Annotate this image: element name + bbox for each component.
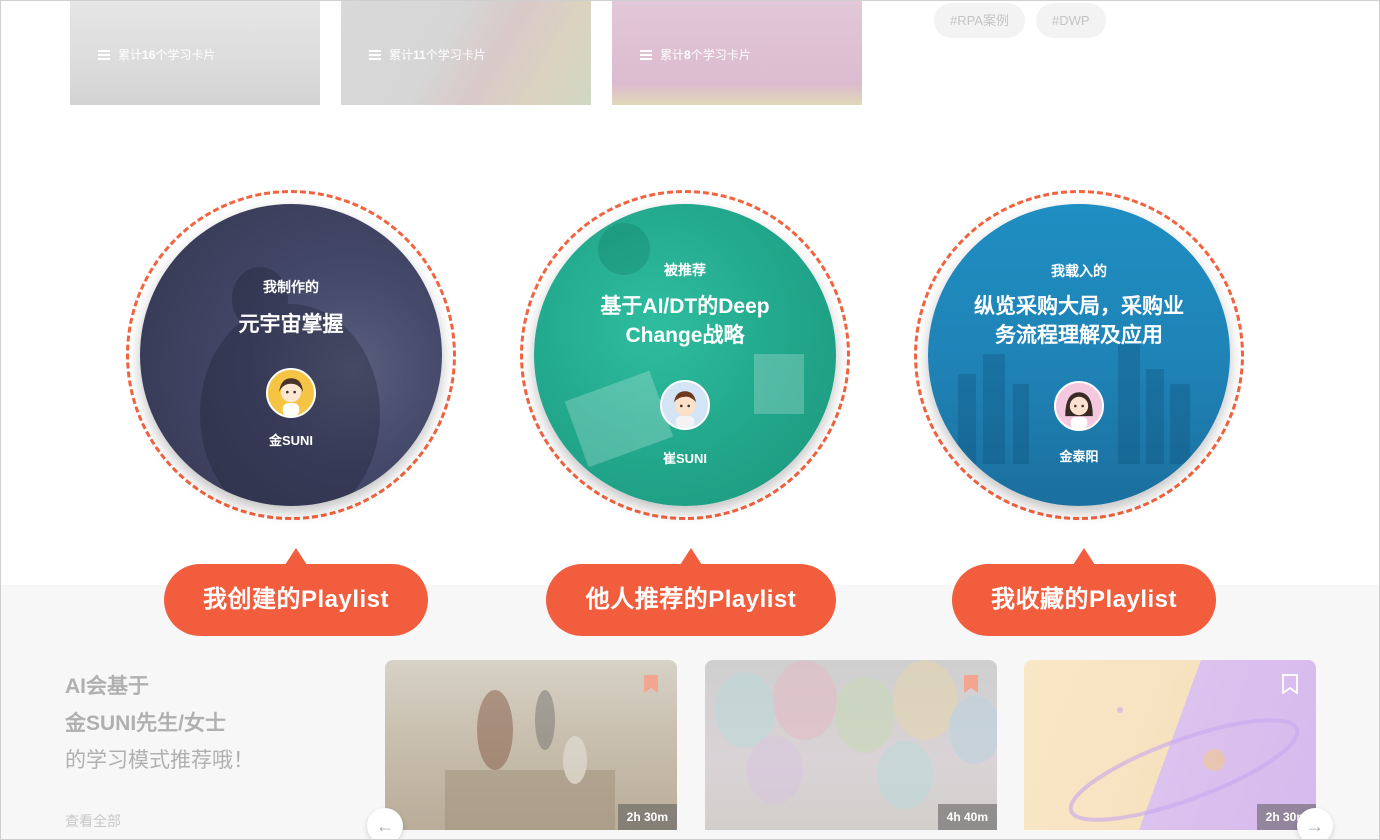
playlist-recommended-circle[interactable]: 被推荐 基于AI/DT的Deep Change战略 崔SUNI: [520, 190, 850, 520]
saved-playlist-button[interactable]: 我收藏的Playlist: [952, 548, 1216, 636]
tag-dwp[interactable]: #DWP: [1036, 3, 1106, 38]
circle-owner: 金SUNI: [268, 433, 314, 448]
my-created-playlist-button[interactable]: 我创建的Playlist: [164, 548, 428, 636]
view-all-link[interactable]: 查看全部: [65, 811, 121, 831]
playlist-created-circle[interactable]: 我制作的 元宇宙掌握 金SUNI: [126, 190, 456, 520]
card-count: 累计16个学习卡片: [98, 46, 215, 63]
bookmark-icon[interactable]: [643, 674, 659, 694]
circle-owner: 金泰阳: [1059, 449, 1099, 464]
course-card-2[interactable]: 4h 40m: [705, 660, 997, 830]
card-count: 累计8个学习卡片: [640, 46, 751, 63]
vr-background-image: [140, 204, 442, 506]
learning-card-3[interactable]: 累计8个学习卡片: [612, 0, 862, 105]
list-icon: [369, 49, 381, 60]
circle-title: 纵览采购大局，采购业 务流程理解及应用: [974, 295, 1184, 347]
course-duration: 4h 40m: [937, 804, 997, 830]
avatar: [266, 368, 316, 418]
bookmark-icon[interactable]: [963, 674, 979, 694]
course-card-3[interactable]: 2h 30m: [1024, 660, 1316, 830]
bookmark-icon[interactable]: [1282, 674, 1298, 694]
course-card-1[interactable]: 2h 30m: [385, 660, 677, 830]
circle-title: 元宇宙掌握: [238, 313, 344, 336]
prev-arrow-button[interactable]: ←: [367, 808, 403, 840]
card-count: 累计11个学习卡片: [369, 46, 486, 63]
circle-kicker: 我制作的: [263, 279, 319, 295]
next-arrow-button[interactable]: →: [1297, 808, 1333, 840]
avatar: [660, 380, 710, 430]
learning-card-1[interactable]: 累计16个学习卡片: [70, 0, 320, 105]
list-icon: [98, 49, 110, 60]
circle-kicker: 被推荐: [664, 262, 706, 278]
course-duration: 2h 30m: [617, 804, 677, 830]
tag-rpa[interactable]: #RPA案例: [934, 3, 1025, 38]
circle-owner: 崔SUNI: [662, 451, 708, 466]
playlist-saved-circle[interactable]: 我载入的 纵览采购大局，采购业 务流程理解及应用 金泰阳: [914, 190, 1244, 520]
recommended-playlist-button[interactable]: 他人推荐的Playlist: [546, 548, 836, 636]
learning-card-2[interactable]: 累计11个学习卡片: [341, 0, 591, 105]
avatar: [1054, 381, 1104, 431]
list-icon: [640, 49, 652, 60]
recommendation-text: AI会基于 金SUNI先生/女士 的学习模式推荐哦！: [65, 675, 254, 772]
circle-title: 基于AI/DT的Deep Change战略: [600, 295, 770, 347]
circle-kicker: 我载入的: [1051, 263, 1107, 279]
